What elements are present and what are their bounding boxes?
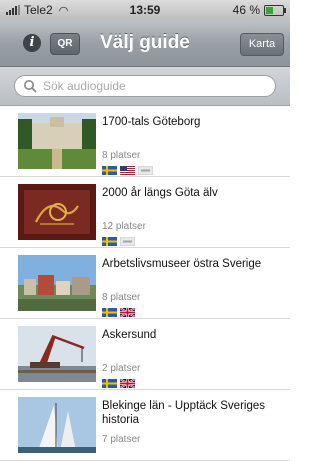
se-flag-icon xyxy=(102,304,117,317)
language-flags xyxy=(102,304,136,318)
guide-title: Askersund xyxy=(102,329,157,341)
guide-row[interactable]: Askersund 2 platser xyxy=(0,319,290,390)
gb-flag-icon xyxy=(119,375,136,389)
language-flags xyxy=(102,375,136,389)
language-flags xyxy=(102,233,136,247)
guide-title: 1700-tals Göteborg xyxy=(102,116,201,128)
guide-place-count: 2 platser xyxy=(102,363,141,374)
status-bar: Tele2 ◠ 13:59 46 % xyxy=(0,0,290,20)
guide-row[interactable]: 2000 år längs Göta älv 12 platser xyxy=(0,177,290,248)
guide-row[interactable]: Blekinge län - Upptäck Sveriges historia… xyxy=(0,390,290,461)
other-flag-icon xyxy=(119,233,136,247)
se-flag-icon xyxy=(102,162,117,175)
search-input[interactable] xyxy=(41,78,265,94)
guide-thumbnail xyxy=(18,255,96,311)
se-flag-icon xyxy=(102,233,117,246)
guide-thumbnail xyxy=(18,113,96,169)
map-button[interactable]: Karta xyxy=(240,33,284,56)
guide-row[interactable]: 1700-tals Göteborg 8 platser xyxy=(0,106,290,177)
guide-row[interactable]: Arbetslivsmuseer östra Sverige 8 platser xyxy=(0,248,290,319)
battery-percent: 46 % xyxy=(232,3,260,17)
gb-flag-icon xyxy=(119,304,136,318)
guide-thumbnail xyxy=(18,184,96,240)
guide-list: 1700-tals Göteborg 8 platser 2000 år längs… xyxy=(0,106,290,461)
search-icon xyxy=(24,80,37,93)
guide-title: Arbetslivsmuseer östra Sverige xyxy=(102,258,262,270)
guide-place-count: 7 platser xyxy=(102,434,141,445)
navigation-bar: i QR Välj guide Karta xyxy=(0,20,290,67)
us-flag-icon xyxy=(120,162,135,175)
guide-thumbnail xyxy=(18,326,96,382)
guide-thumbnail xyxy=(18,397,96,453)
other-flag-icon xyxy=(137,162,154,176)
search-field[interactable] xyxy=(14,75,276,97)
battery-icon xyxy=(264,4,286,16)
guide-place-count: 8 platser xyxy=(102,150,141,161)
guide-title: 2000 år längs Göta älv xyxy=(102,187,218,199)
guide-place-count: 8 platser xyxy=(102,292,141,303)
status-right: 46 % xyxy=(232,3,286,17)
language-flags xyxy=(102,162,154,176)
search-bar xyxy=(0,67,290,106)
guide-title: Blekinge län - Upptäck Sveriges historia xyxy=(102,400,265,426)
se-flag-icon xyxy=(102,375,117,388)
guide-place-count: 12 platser xyxy=(102,221,146,232)
